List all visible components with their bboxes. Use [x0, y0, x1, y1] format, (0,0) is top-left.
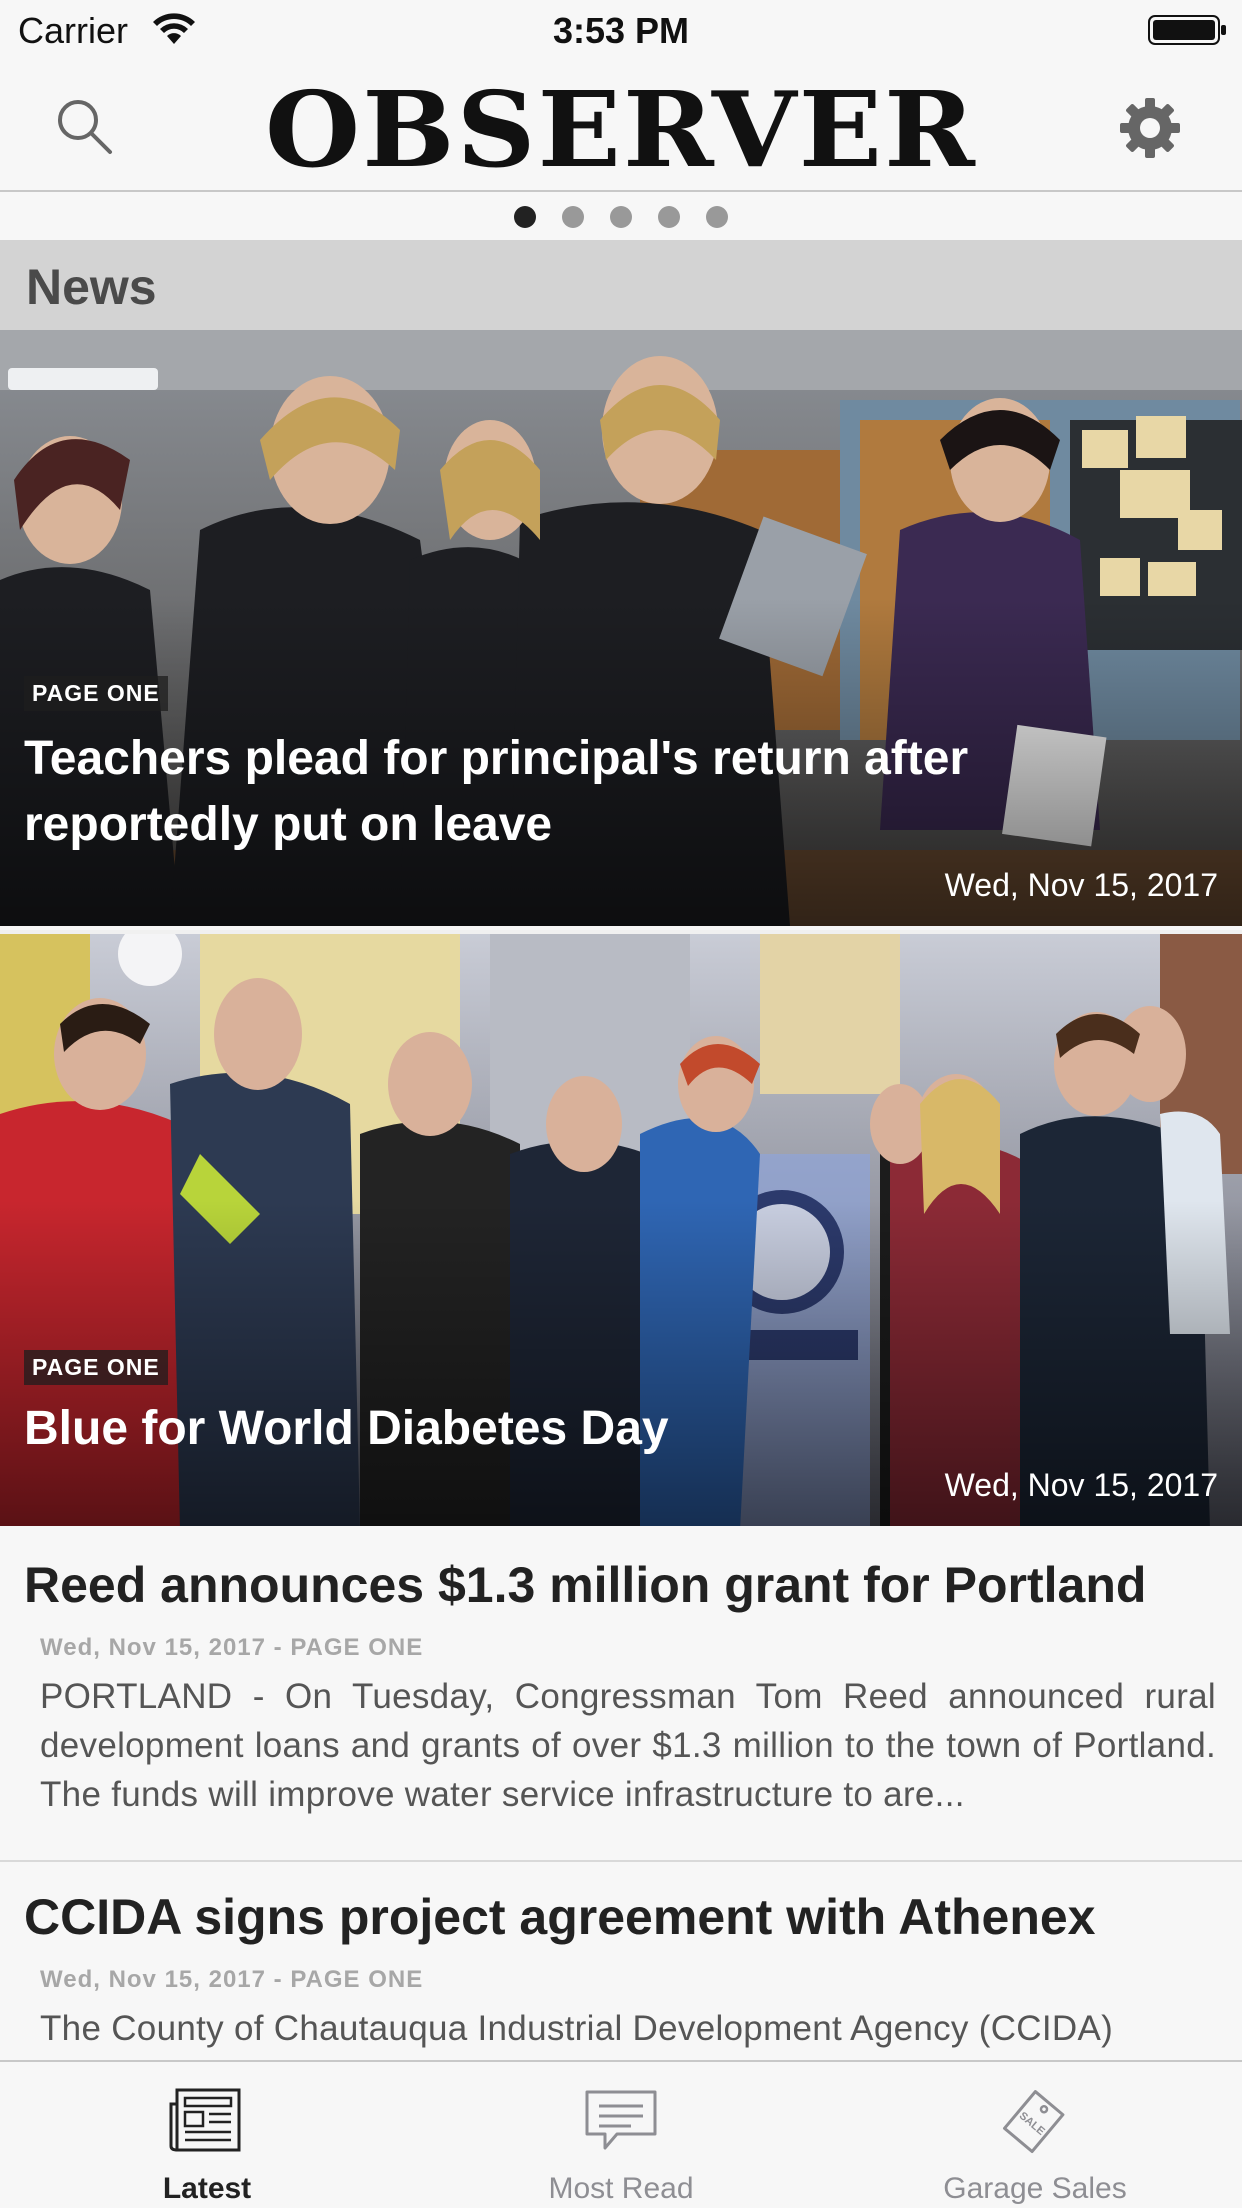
tab-bar: Latest Most Read SALE Garage Sales	[0, 2060, 1242, 2208]
tab-latest[interactable]: Latest	[0, 2062, 414, 2208]
article-meta: Wed, Nov 15, 2017 - PAGE ONE	[40, 1634, 424, 1661]
brand-name: OBSERVER	[265, 68, 977, 191]
nav-bar: OBSERVER	[0, 60, 1242, 192]
newspaper-icon	[169, 2088, 241, 2152]
status-time: 3:53 PM	[552, 10, 690, 51]
tab-label: Garage Sales	[943, 2172, 1127, 2205]
page-dot-4[interactable]	[658, 206, 680, 228]
sale-tag-icon: SALE	[1002, 2090, 1065, 2153]
page-dot-1[interactable]	[514, 206, 536, 228]
story-headline: Teachers plead for principal's return af…	[24, 732, 969, 851]
story-date: Wed, Nov 15, 2017	[944, 1467, 1218, 1503]
tab-garage-sales[interactable]: SALE Garage Sales	[828, 2062, 1242, 2208]
feature-story-card[interactable]: PAGE ONE Blue for World Diabetes Day Wed…	[0, 930, 1242, 1526]
comment-icon	[585, 2090, 657, 2150]
section-title: News	[26, 259, 157, 315]
battery-icon	[1148, 15, 1226, 45]
section-badge: PAGE ONE	[24, 1350, 168, 1385]
gear-icon[interactable]	[1118, 96, 1182, 160]
page-dot-5[interactable]	[706, 206, 728, 228]
article-title: CCIDA signs project agreement with Athen…	[24, 1889, 1096, 1945]
section-header: News	[0, 240, 1242, 330]
status-bar: Carrier 3:53 PM	[0, 0, 1242, 60]
article-title: Reed announces $1.3 million grant for Po…	[24, 1557, 1147, 1613]
svg-text:SALE: SALE	[1017, 2110, 1047, 2138]
tab-label: Most Read	[548, 2172, 694, 2205]
article-list-item[interactable]: CCIDA signs project agreement with Athen…	[0, 1862, 1242, 2062]
page-dot-2[interactable]	[562, 206, 584, 228]
tab-most-read[interactable]: Most Read	[414, 2062, 828, 2208]
article-summary: PORTLAND - On Tuesday, Congressman Tom R…	[40, 1677, 1216, 1814]
article-list-item[interactable]: Reed announces $1.3 million grant for Po…	[0, 1530, 1242, 1862]
page-indicator[interactable]	[0, 194, 1242, 240]
section-badge: PAGE ONE	[24, 676, 168, 711]
story-date: Wed, Nov 15, 2017	[944, 867, 1218, 903]
story-headline: Blue for World Diabetes Day	[24, 1402, 669, 1455]
page-dot-3[interactable]	[610, 206, 632, 228]
app-logo: OBSERVER	[0, 72, 1242, 182]
feature-story-card[interactable]: PAGE ONE Teachers plead for principal's …	[0, 330, 1242, 926]
tab-label: Latest	[162, 2172, 252, 2205]
article-summary: The County of Chautauqua Industrial Deve…	[40, 2009, 1114, 2048]
article-meta: Wed, Nov 15, 2017 - PAGE ONE	[40, 1966, 424, 1993]
